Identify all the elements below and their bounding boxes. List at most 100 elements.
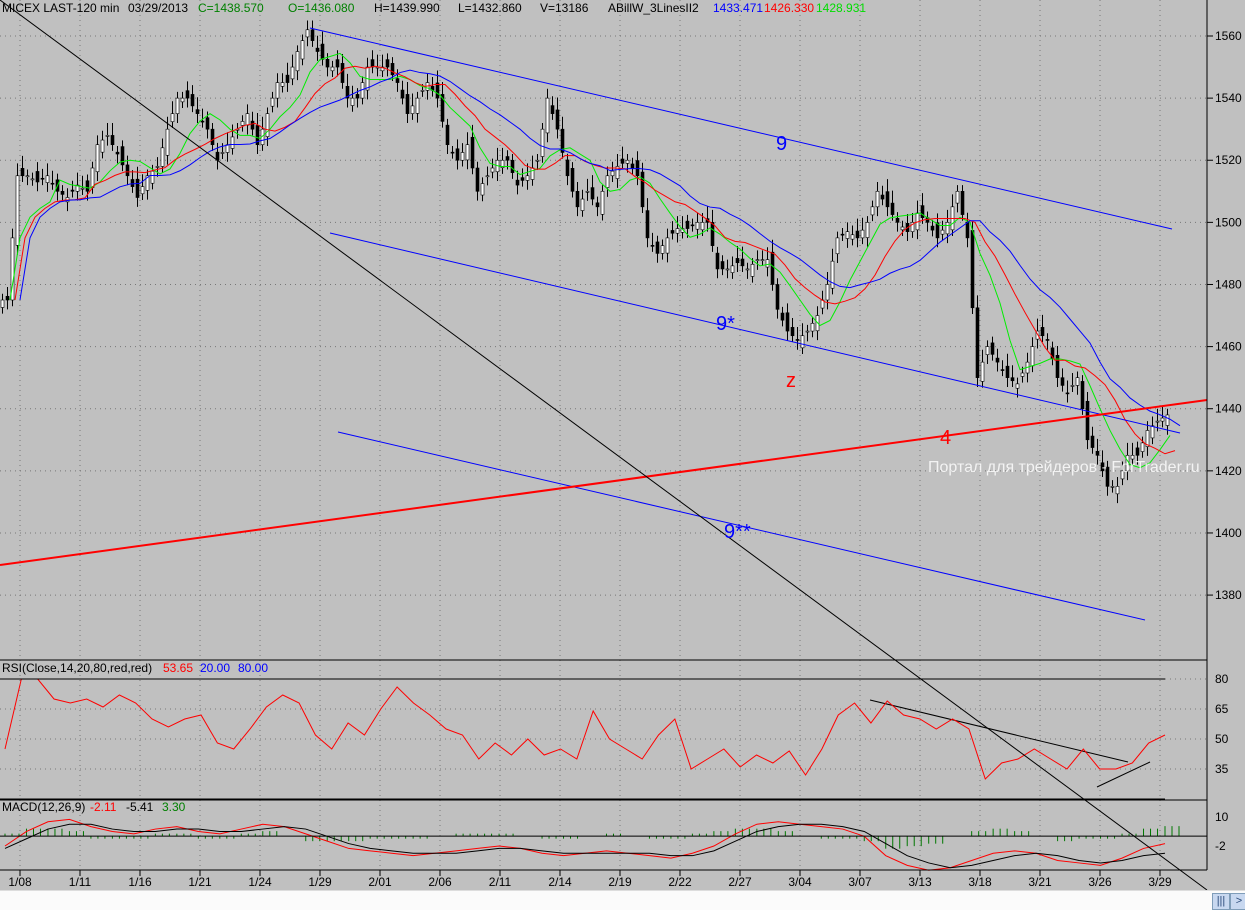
candle-body — [105, 135, 110, 137]
candle-body — [665, 237, 670, 254]
candle-body — [650, 245, 655, 247]
scroll-grip[interactable]: ||| — [1212, 893, 1230, 910]
candle-body — [270, 97, 275, 107]
candle-body — [885, 191, 890, 208]
candle-body — [1075, 377, 1080, 386]
watermark: Портал для трейдеров - ForTrader.ru — [928, 459, 1200, 476]
macd-panel — [4, 818, 1180, 871]
candle-body — [410, 105, 415, 114]
candle-body — [670, 230, 675, 234]
candle-body — [800, 335, 805, 349]
ma-red-line — [14, 65, 1176, 455]
candle-body — [695, 222, 700, 230]
candle-body — [830, 260, 835, 289]
candle-body — [940, 229, 945, 235]
candle-body — [840, 233, 845, 236]
candle-body — [590, 187, 595, 200]
candle-body — [945, 222, 950, 235]
candle-body — [985, 346, 990, 355]
candle-body — [785, 312, 790, 332]
candle-body — [675, 228, 680, 234]
macd-signal: -5.41 — [126, 800, 154, 814]
price-tick-label: 1560 — [1215, 29, 1242, 43]
candle-body — [90, 167, 95, 188]
trendline-4 — [0, 399, 1208, 566]
candle-body — [710, 222, 715, 246]
scroll-right-button[interactable]: > — [1230, 893, 1245, 910]
label-z: z — [786, 370, 796, 392]
candle-body — [1150, 425, 1155, 439]
macd-value: -2.11 — [90, 800, 117, 814]
candle-body — [175, 97, 180, 114]
candle-body — [720, 261, 725, 270]
candle-body — [745, 268, 750, 271]
candle-body — [520, 177, 525, 181]
candle-body — [390, 63, 395, 76]
rsi-high: 80.00 — [238, 661, 269, 675]
horizontal-scrollbar[interactable]: ||| > — [0, 890, 1245, 910]
candle-body — [155, 166, 160, 168]
candle-body — [535, 159, 540, 162]
candle-body — [685, 220, 690, 229]
candle-body — [40, 177, 45, 180]
candle-body — [805, 330, 810, 333]
x-tick-label: 3/26 — [1088, 875, 1112, 889]
candle-body — [780, 312, 785, 321]
x-tick-label: 2/22 — [668, 875, 692, 889]
ma-green-line — [9, 52, 1171, 469]
open-label: O=1436.080 — [288, 1, 355, 15]
high-label: H=1439.990 — [374, 1, 440, 15]
candle-body — [735, 258, 740, 264]
x-tick-label: 2/19 — [608, 875, 632, 889]
candle-body — [1040, 327, 1045, 337]
candle-body — [870, 206, 875, 216]
ma-green-value: 1428.931 — [816, 1, 867, 15]
candle-body — [515, 179, 520, 186]
candle-body — [1070, 385, 1075, 387]
rsi-tick-label: 50 — [1215, 732, 1229, 746]
candle-body — [970, 230, 975, 309]
candle-body — [80, 187, 85, 190]
label-9-double-star: 9** — [724, 521, 751, 543]
x-tick-label: 2/14 — [548, 875, 572, 889]
x-tick-label: 3/21 — [1028, 875, 1052, 889]
candle-body — [290, 66, 295, 80]
candle-body — [330, 66, 335, 72]
candle-body — [325, 58, 330, 68]
candle-body — [300, 40, 305, 60]
candle-body — [460, 152, 465, 161]
candle-body — [415, 97, 420, 114]
x-tick-label: 2/01 — [368, 875, 392, 889]
candle-body — [450, 151, 455, 154]
candle-body — [340, 63, 345, 83]
macd-line — [4, 818, 1166, 871]
price-tick-label: 1460 — [1215, 340, 1242, 354]
candle-body — [995, 357, 1000, 363]
x-tick-label: 1/29 — [308, 875, 332, 889]
candle-body — [775, 284, 780, 310]
rsi-low: 20.00 — [200, 661, 231, 675]
candle-body — [605, 175, 610, 188]
candle-body — [530, 167, 535, 180]
candle-body — [1020, 372, 1025, 377]
candle-body — [625, 159, 630, 164]
candle-body — [660, 245, 665, 254]
macd-signal-line — [4, 823, 1166, 869]
candle-body — [185, 90, 190, 99]
candle-body — [160, 147, 165, 167]
candle-body — [370, 59, 375, 68]
x-tick-label: 3/13 — [908, 875, 932, 889]
candle-body — [295, 51, 300, 72]
candle-body — [315, 47, 320, 52]
price-chart: 1/08 1/11 1/16 1/21 1/24 1/29 2/01 2/06 2/11 2/14… — [0, 0, 1242, 890]
candle-body — [795, 339, 800, 341]
rsi-value: 53.65 — [163, 661, 194, 675]
candle-body — [1065, 392, 1070, 395]
candle-body — [135, 178, 140, 198]
volume-label: V=13186 — [540, 1, 589, 15]
candle-body — [525, 175, 530, 181]
candle-body — [355, 94, 360, 99]
candle-body — [150, 170, 155, 184]
macd-title: MACD(12,26,9) — [2, 800, 86, 814]
x-tick-label: 3/18 — [968, 875, 992, 889]
